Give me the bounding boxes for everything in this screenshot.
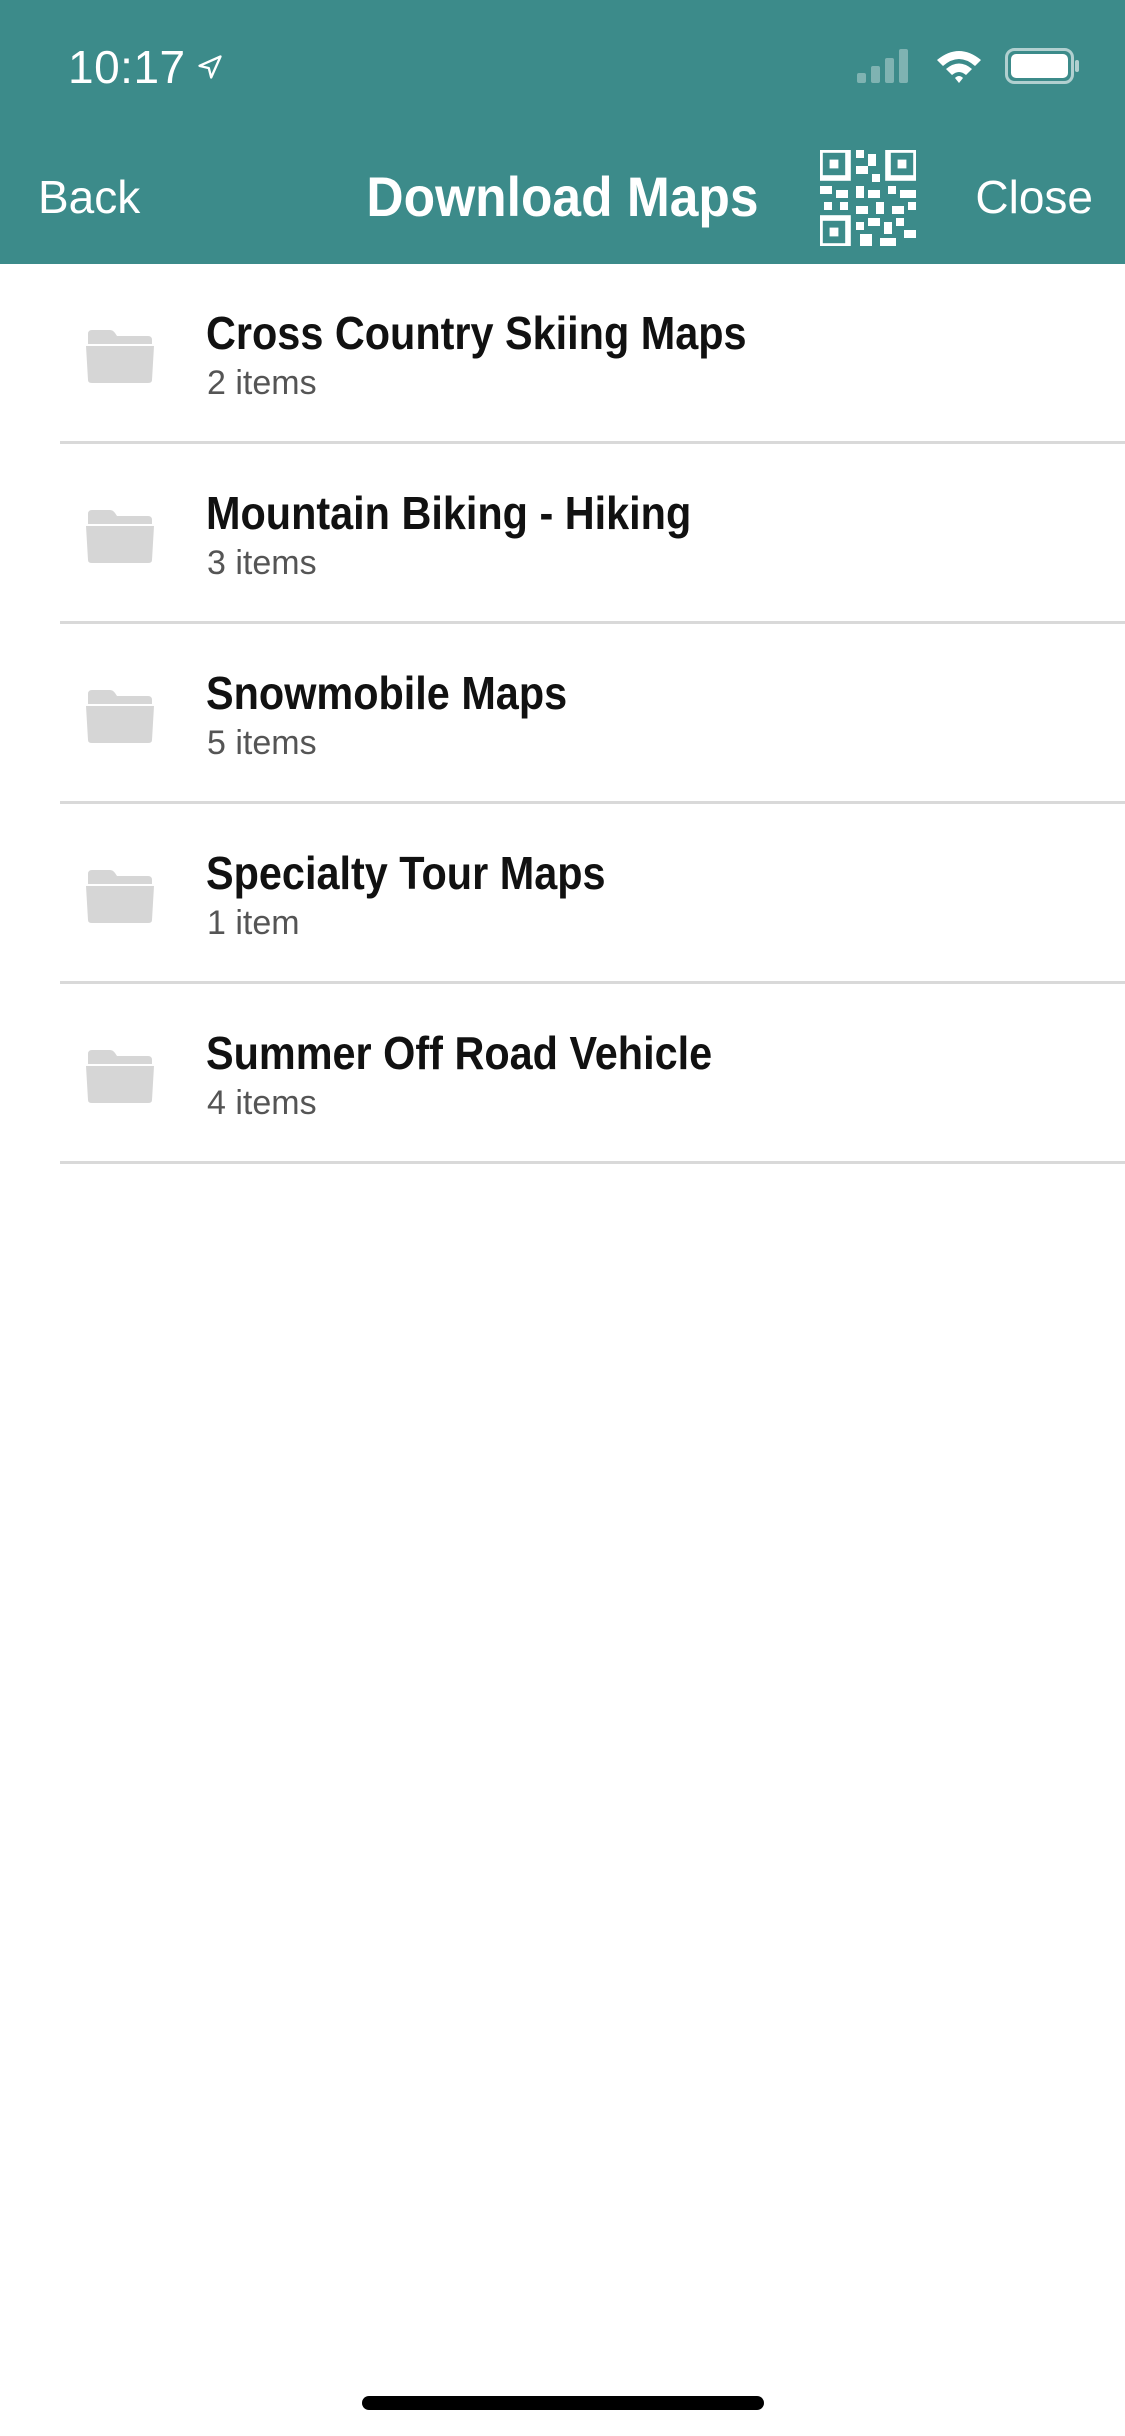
status-icons [857,48,1081,84]
folder-item-count: 1 item [207,904,300,942]
folder-row[interactable]: Summer Off Road Vehicle 4 items [0,984,1125,1164]
folder-item-count: 5 items [207,724,317,762]
folder-icon [86,690,154,743]
screen: 10:17 Back Download Maps Close Cross Cou… [0,0,1125,2436]
folder-item-count: 3 items [207,544,317,582]
folder-item-count: 4 items [207,1084,317,1122]
status-time: 10:17 [68,40,224,94]
page-title: Download Maps [366,165,759,228]
status-time-text: 10:17 [68,41,186,93]
folder-title: Snowmobile Maps [206,667,568,719]
folder-title: Mountain Biking - Hiking [206,487,692,539]
header: 10:17 Back Download Maps Close [0,0,1125,264]
navigation-bar: Back Download Maps Close [0,150,1125,250]
folder-title: Summer Off Road Vehicle [206,1027,713,1079]
folder-title: Cross Country Skiing Maps [206,307,747,359]
folder-icon [86,510,154,563]
location-arrow-icon [197,55,222,79]
qr-code-icon[interactable] [820,150,916,246]
home-indicator[interactable] [362,2396,764,2410]
battery-icon [1005,48,1079,84]
close-button[interactable]: Close [975,170,1093,224]
folder-icon [86,1050,154,1103]
folder-row[interactable]: Mountain Biking - Hiking 3 items [0,444,1125,624]
folder-row[interactable]: Specialty Tour Maps 1 item [0,804,1125,984]
folder-row[interactable]: Snowmobile Maps 5 items [0,624,1125,804]
folder-item-count: 2 items [207,364,317,402]
folder-row[interactable]: Cross Country Skiing Maps 2 items [0,264,1125,444]
divider [60,1161,1125,1164]
folder-icon [86,870,154,923]
folder-title: Specialty Tour Maps [206,847,606,899]
wifi-icon [937,51,981,83]
folder-list: Cross Country Skiing Maps 2 items Mounta… [0,264,1125,1164]
cellular-signal-icon [857,49,908,83]
folder-icon [86,330,154,383]
